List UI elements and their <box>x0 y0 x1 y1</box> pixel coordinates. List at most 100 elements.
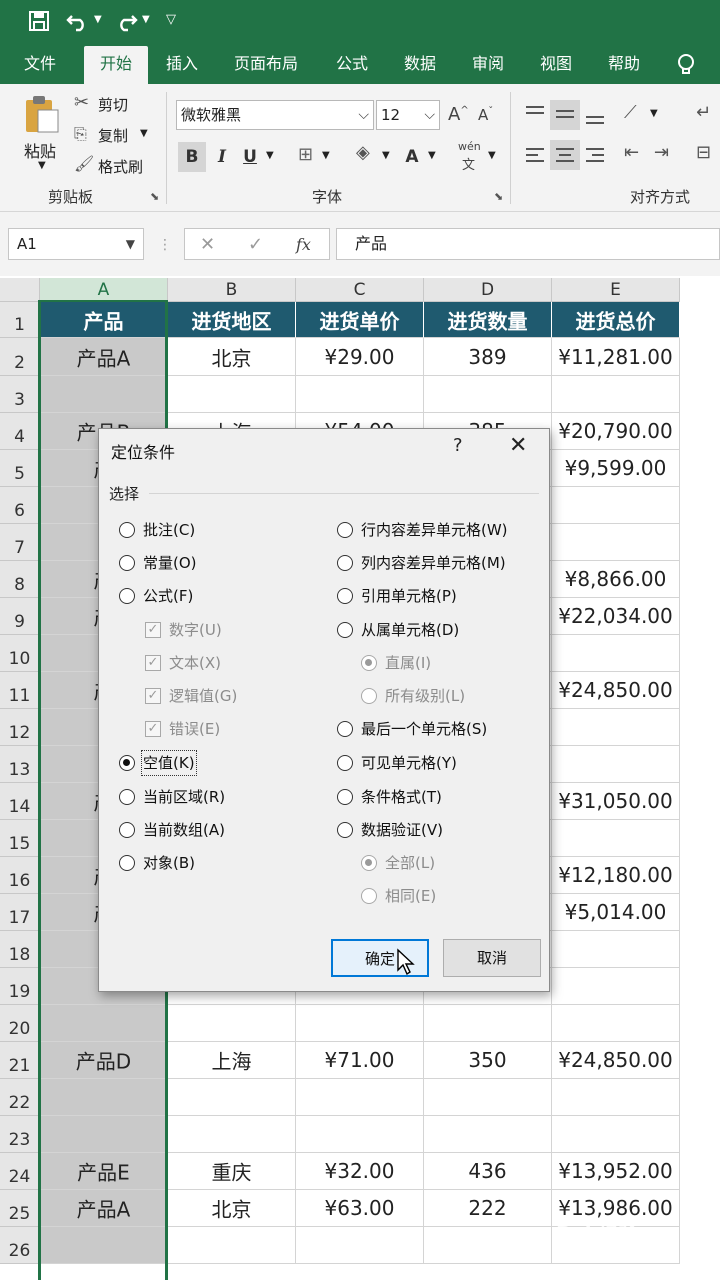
customize-qat-icon[interactable]: ▽ <box>166 12 176 27</box>
underline-button[interactable]: U <box>236 142 264 172</box>
paste-label[interactable]: 粘贴 <box>24 138 56 162</box>
row-header[interactable]: 12 <box>0 709 40 746</box>
select-all-corner[interactable] <box>0 278 40 302</box>
phonetic-dropdown-icon[interactable]: ▼ <box>488 150 496 161</box>
align-left-icon[interactable] <box>522 142 548 168</box>
close-icon[interactable]: ✕ <box>509 433 527 458</box>
row-header[interactable]: 15 <box>0 820 40 857</box>
row-header[interactable]: 20 <box>0 1005 40 1042</box>
column-header-a[interactable]: A <box>40 278 168 302</box>
row-header[interactable]: 16 <box>0 857 40 894</box>
chevron-down-icon[interactable]: ⌵ <box>424 101 435 129</box>
table-cell[interactable]: ¥63.00 <box>296 1190 424 1227</box>
phonetic-char[interactable]: 文 <box>462 154 475 173</box>
table-cell[interactable]: 北京 <box>168 338 296 376</box>
decrease-font-icon[interactable]: Aˇ <box>478 106 493 124</box>
lightbulb-icon[interactable] <box>676 53 696 77</box>
table-cell[interactable]: 436 <box>424 1153 552 1190</box>
increase-font-icon[interactable]: A^ <box>448 104 469 125</box>
table-cell[interactable]: ¥13,952.00 <box>552 1153 680 1190</box>
table-cell[interactable] <box>552 968 680 1005</box>
row-header[interactable]: 14 <box>0 783 40 820</box>
radio-icon[interactable] <box>337 755 353 771</box>
table-cell[interactable]: 产品E <box>40 1153 168 1190</box>
align-top-icon[interactable] <box>522 102 548 128</box>
tab-insert[interactable]: 插入 <box>156 44 208 84</box>
tab-data[interactable]: 数据 <box>394 44 446 84</box>
column-header-b[interactable]: B <box>168 278 296 302</box>
column-header-e[interactable]: E <box>552 278 680 302</box>
cut-label[interactable]: 剪切 <box>98 94 128 115</box>
table-cell[interactable] <box>552 524 680 561</box>
radio-icon[interactable] <box>119 755 135 771</box>
align-middle-icon[interactable] <box>550 100 580 130</box>
table-cell[interactable] <box>424 1079 552 1116</box>
italic-button[interactable]: I <box>208 142 236 172</box>
tab-file[interactable]: 文件 <box>14 44 66 84</box>
formula-input[interactable]: 产品 <box>336 228 720 260</box>
table-cell[interactable] <box>552 709 680 746</box>
fill-dropdown-icon[interactable]: ▼ <box>382 150 390 161</box>
column-header-c[interactable]: C <box>296 278 424 302</box>
radio-icon[interactable] <box>337 822 353 838</box>
row-header[interactable]: 6 <box>0 487 40 524</box>
font-size-combo[interactable]: 12 ⌵ <box>376 100 440 130</box>
table-cell[interactable]: ¥31,050.00 <box>552 783 680 820</box>
format-painter-label[interactable]: 格式刷 <box>98 156 143 177</box>
radio-icon[interactable] <box>119 789 135 805</box>
radio-icon[interactable] <box>337 522 353 538</box>
table-cell[interactable] <box>168 1079 296 1116</box>
table-cell[interactable] <box>552 487 680 524</box>
table-cell[interactable]: ¥11,281.00 <box>552 338 680 376</box>
phonetic-icon[interactable]: wén <box>458 140 481 153</box>
table-cell[interactable] <box>552 1005 680 1042</box>
radio-icon[interactable] <box>337 622 353 638</box>
table-cell[interactable]: ¥71.00 <box>296 1042 424 1079</box>
save-icon[interactable] <box>28 10 50 32</box>
decrease-indent-icon[interactable]: ⇤ <box>624 142 639 163</box>
tab-review[interactable]: 审阅 <box>462 44 514 84</box>
table-cell[interactable] <box>552 1116 680 1153</box>
bold-button[interactable]: B <box>178 142 206 172</box>
copy-dropdown-icon[interactable]: ▼ <box>140 128 148 139</box>
header-cell[interactable]: 进货地区 <box>168 302 296 338</box>
row-header[interactable]: 26 <box>0 1227 40 1264</box>
font-color-dropdown-icon[interactable]: ▼ <box>428 150 436 161</box>
confirm-entry-icon[interactable]: ✓ <box>248 230 263 260</box>
row-header[interactable]: 19 <box>0 968 40 1005</box>
redo-dropdown-icon[interactable]: ▼ <box>142 14 150 25</box>
table-cell[interactable] <box>296 1005 424 1042</box>
row-header[interactable]: 25 <box>0 1190 40 1227</box>
cut-icon[interactable]: ✂ <box>74 92 89 113</box>
table-cell[interactable] <box>552 746 680 783</box>
table-cell[interactable] <box>40 376 168 413</box>
table-cell[interactable] <box>40 1116 168 1153</box>
table-cell[interactable]: 350 <box>424 1042 552 1079</box>
table-cell[interactable] <box>40 1227 168 1264</box>
table-cell[interactable] <box>552 931 680 968</box>
table-cell[interactable] <box>424 376 552 413</box>
name-box[interactable]: A1 ▼ <box>8 228 144 260</box>
table-cell[interactable]: 重庆 <box>168 1153 296 1190</box>
table-cell[interactable]: 222 <box>424 1190 552 1227</box>
table-cell[interactable]: ¥5,014.00 <box>552 894 680 931</box>
table-cell[interactable] <box>552 1079 680 1116</box>
table-cell[interactable]: 产品A <box>40 338 168 376</box>
insert-function-icon[interactable]: fx <box>296 230 311 260</box>
header-cell[interactable]: 进货总价 <box>552 302 680 338</box>
cancel-entry-icon[interactable]: ✕ <box>200 230 215 260</box>
font-name-combo[interactable]: 微软雅黑 ⌵ <box>176 100 374 130</box>
table-cell[interactable]: ¥12,180.00 <box>552 857 680 894</box>
radio-icon[interactable] <box>337 588 353 604</box>
row-header[interactable]: 1 <box>0 302 40 338</box>
align-center-icon[interactable] <box>550 140 580 170</box>
table-cell[interactable]: ¥9,599.00 <box>552 450 680 487</box>
copy-label[interactable]: 复制 <box>98 125 128 146</box>
table-cell[interactable] <box>296 1116 424 1153</box>
tab-help[interactable]: 帮助 <box>598 44 650 84</box>
table-cell[interactable]: 产品D <box>40 1042 168 1079</box>
font-launcher-icon[interactable]: ⬊ <box>494 190 503 203</box>
radio-icon[interactable] <box>337 555 353 571</box>
table-cell[interactable]: ¥29.00 <box>296 338 424 376</box>
underline-dropdown-icon[interactable]: ▼ <box>266 150 274 161</box>
